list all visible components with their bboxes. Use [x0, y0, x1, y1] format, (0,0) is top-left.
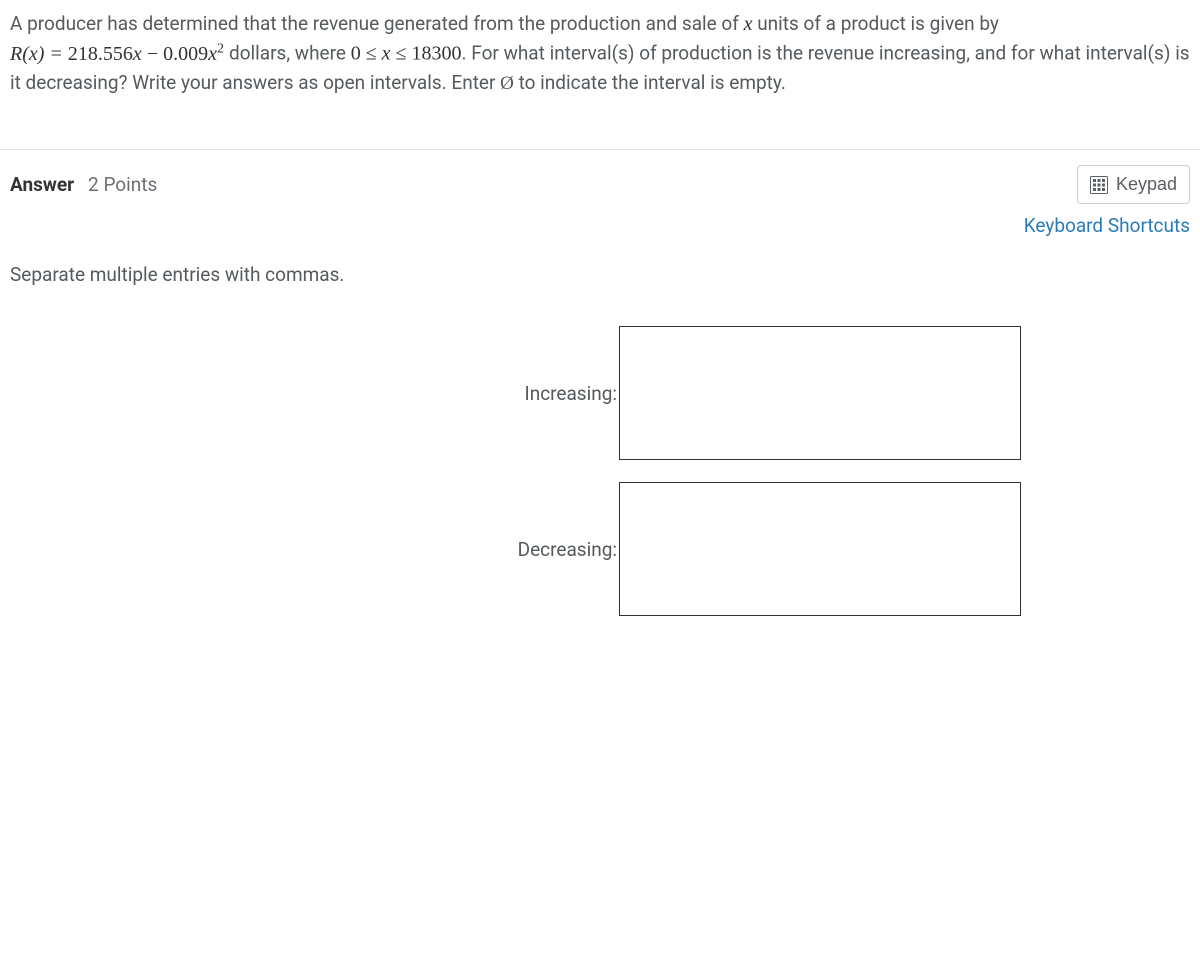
- keypad-icon: [1090, 176, 1108, 194]
- answer-label: Answer: [10, 173, 74, 196]
- answer-header: Answer 2 Points Keypad: [10, 165, 1190, 237]
- formula-coef1: 218.556: [68, 43, 133, 65]
- question-part-3: to indicate the interval is empty.: [514, 71, 786, 94]
- formula-minus: −: [142, 43, 163, 65]
- question-section: A producer has determined that the reven…: [0, 0, 1200, 150]
- decreasing-row: Decreasing:: [179, 482, 1021, 616]
- domain-expression: 0 ≤ x ≤ 18300: [351, 43, 462, 65]
- right-controls: Keypad Keyboard Shortcuts: [1024, 165, 1190, 237]
- domain-post: ≤ 18300: [391, 43, 462, 65]
- instruction-text: Separate multiple entries with commas.: [10, 263, 1190, 286]
- keyboard-shortcuts-link[interactable]: Keyboard Shortcuts: [1024, 214, 1190, 237]
- domain-pre: 0 ≤: [351, 43, 382, 65]
- formula-x2: x: [208, 43, 217, 65]
- keypad-button-label: Keypad: [1116, 174, 1177, 195]
- question-text: A producer has determined that the reven…: [10, 10, 1190, 97]
- decreasing-input[interactable]: [619, 482, 1021, 616]
- keypad-button[interactable]: Keypad: [1077, 165, 1190, 204]
- formula-x1: x: [133, 43, 142, 65]
- points-label: 2 Points: [88, 173, 157, 196]
- increasing-label: Increasing:: [179, 382, 619, 405]
- domain-x: x: [382, 43, 391, 65]
- decreasing-label: Decreasing:: [179, 538, 619, 561]
- formula-lhs: R(x) =: [10, 43, 68, 65]
- answer-section: Answer 2 Points Keypad: [0, 150, 1200, 626]
- formula-tail: dollars, where: [229, 42, 351, 65]
- increasing-input[interactable]: [619, 326, 1021, 460]
- question-part-1b: units of a product is given by: [752, 12, 998, 35]
- answer-title: Answer 2 Points: [10, 165, 157, 196]
- question-part-1: A producer has determined that the reven…: [10, 12, 744, 35]
- inputs-area: Increasing: Decreasing:: [10, 326, 1190, 616]
- revenue-formula: R(x) = 218.556x − 0.009x2: [10, 43, 229, 65]
- increasing-row: Increasing:: [179, 326, 1021, 460]
- formula-exponent: 2: [217, 41, 224, 56]
- emptyset-symbol: Ø: [500, 73, 514, 94]
- formula-coef2: 0.009: [163, 43, 208, 65]
